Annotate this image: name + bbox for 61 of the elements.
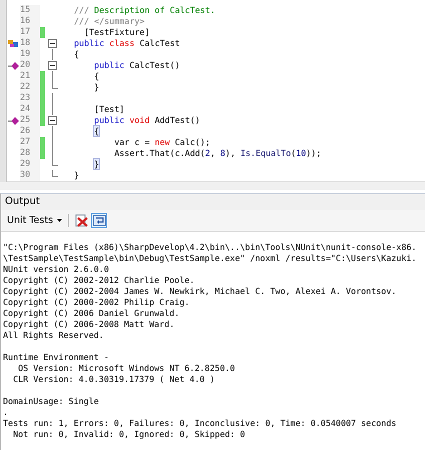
output-line: Not run: 0, Invalid: 0, Ignored: 0, Skipped: 0	[12, 429, 246, 440]
method-icon	[8, 116, 19, 124]
code-line: public CalcTest()	[93, 60, 180, 71]
word-wrap-icon	[92, 215, 106, 226]
line-number: 26	[20, 126, 40, 137]
fold-line	[52, 71, 53, 82]
output-line: Copyright (C) 2006 Daniel Grunwald.	[3, 308, 180, 319]
output-line: Copyright (C) 2002-2012 Charlie Poole.	[3, 275, 195, 286]
output-line: "C:\Program Files (x86)\SharpDevelop\4.2\bin\..\bin\Tools\NUnit\nunit-console-x86.	[3, 242, 416, 253]
line-number: 21	[20, 71, 40, 82]
word-wrap-button[interactable]	[91, 213, 108, 228]
line-number: 27	[20, 137, 40, 148]
output-line: Tests run: 1, Errors: 0, Failures: 0, Inconclusive: 0, Time: 0.0540007 seconds	[3, 418, 396, 429]
code-line: [Test]	[93, 104, 124, 115]
code-line: var c = new Calc();	[113, 137, 210, 148]
line-number: 15	[20, 5, 40, 16]
line-number: 19	[20, 49, 40, 60]
output-line: NUnit version 2.6.0.0	[3, 264, 109, 275]
output-line: Runtime Environment -	[3, 352, 109, 363]
line-number: 23	[20, 93, 40, 104]
category-dropdown[interactable]: Unit Tests	[5, 215, 64, 226]
line-number: 18	[20, 38, 40, 49]
output-line: \TestSample\TestSample\bin\Debug\TestSample.exe" /noxml /results="C:\Users\Kazuki.	[3, 253, 416, 264]
code-line: {	[74, 49, 80, 60]
fold-icon[interactable]	[48, 115, 57, 126]
code-line: Assert.That(c.Add(2, 8), Is.EqualTo(10));	[113, 148, 322, 159]
caret-icon	[57, 219, 62, 222]
code-line: }	[93, 82, 100, 93]
line-number: 17	[20, 27, 40, 38]
code-line: [TestFixture]	[83, 27, 150, 38]
fold-line	[52, 49, 53, 60]
line-number: 25	[20, 115, 40, 126]
code-line: /// Description of CalcTest.	[74, 5, 216, 16]
output-line: All Rights Reserved.	[3, 330, 104, 341]
line-number: 29	[20, 159, 40, 170]
line-number: 16	[20, 16, 40, 27]
class-icon	[8, 39, 19, 48]
horizontal-scrollbar[interactable]	[0, 181, 425, 190]
line-number: 22	[20, 82, 40, 93]
output-line: Copyright (C) 2002-2004 James W. Newkirk, Michael C. Two, Alexei A. Vorontsov.	[3, 286, 396, 297]
code-line: public class CalcTest	[74, 38, 180, 49]
line-number: 28	[20, 148, 40, 159]
output-line: DomainUsage: Single	[3, 396, 99, 407]
fold-icon[interactable]	[48, 38, 57, 49]
output-line: OS Version: Microsoft Windows NT 6.2.8250.0	[17, 363, 235, 374]
clear-icon	[74, 214, 88, 227]
output-line: CLR Version: 4.0.30319.17379 ( Net 4.0 )	[12, 374, 215, 385]
line-number: 20	[20, 60, 40, 71]
panel-title: Output	[1, 194, 425, 210]
code-line: {	[93, 71, 100, 82]
fold-icon[interactable]	[48, 60, 57, 71]
code-line: }	[74, 170, 80, 181]
output-line: .	[3, 407, 8, 418]
clear-button[interactable]	[73, 213, 90, 228]
method-icon	[8, 62, 19, 70]
code-line: /// </summary>	[74, 16, 145, 27]
line-number: 30	[20, 170, 40, 181]
output-line: Copyright (C) 2000-2002 Philip Craig.	[3, 297, 190, 308]
line-number: 24	[20, 104, 40, 115]
code-line: public void AddTest()	[93, 115, 200, 126]
output-line: Copyright (C) 2006-2008 Matt Ward.	[3, 319, 174, 330]
